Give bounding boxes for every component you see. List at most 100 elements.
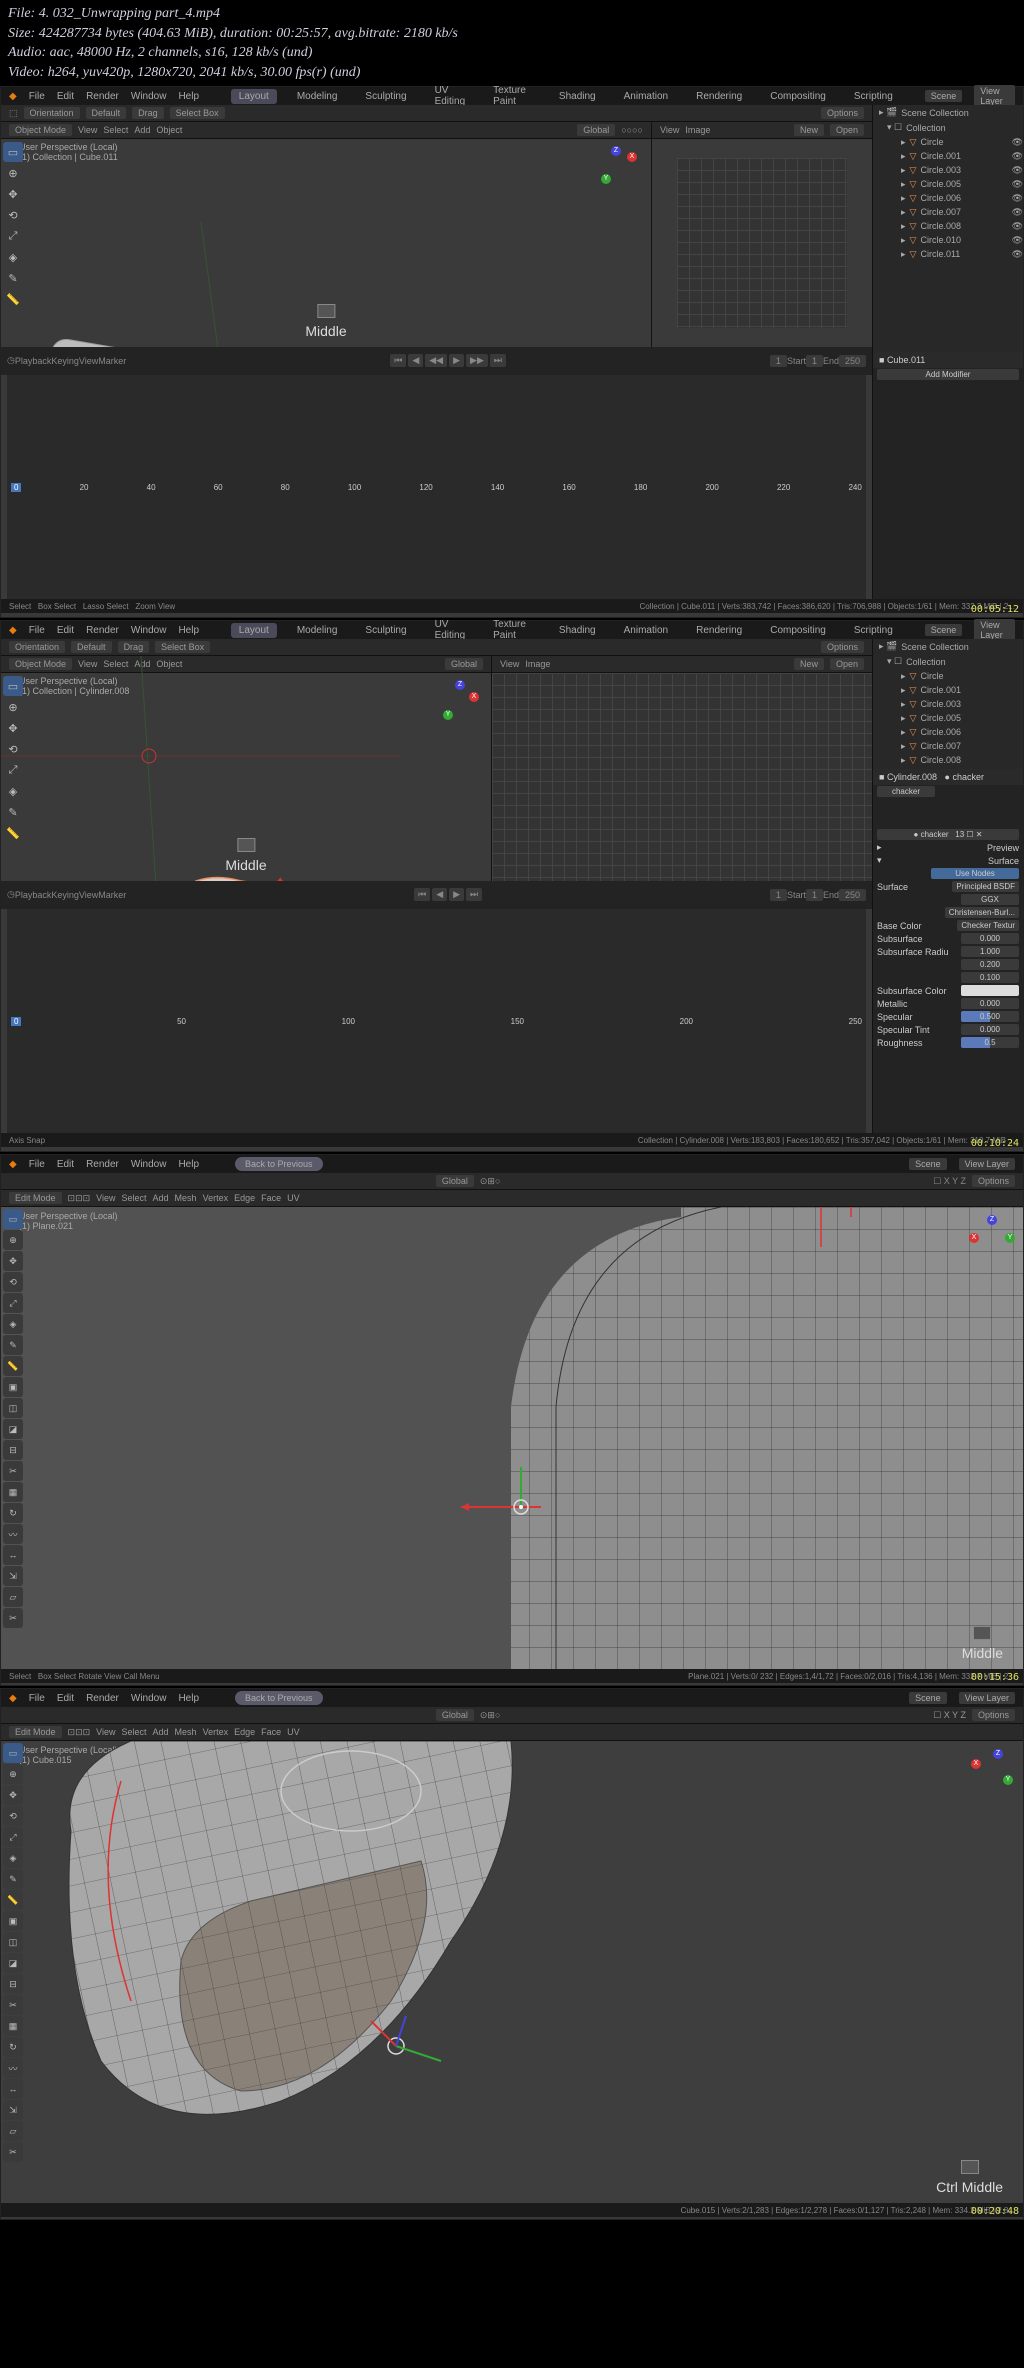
outliner-object[interactable]: ▸▽Circle.005 (873, 711, 1023, 725)
subsurface-field[interactable]: 0.000 (961, 933, 1019, 944)
options-dropdown[interactable]: Options (972, 1175, 1015, 1187)
menu-add[interactable]: Add (134, 659, 150, 669)
outliner-collection[interactable]: ▾ ☐ Collection (873, 120, 1023, 135)
menu-marker[interactable]: Marker (98, 890, 126, 900)
tool-scale[interactable]: ⤢ (3, 226, 23, 246)
orientation-dropdown[interactable]: Orientation (24, 107, 80, 119)
uv-editor[interactable] (492, 673, 872, 881)
preview-panel[interactable]: ▸ Preview (873, 841, 1023, 854)
tool-measure[interactable]: 📏 (3, 289, 23, 309)
menu-view[interactable]: View (96, 1193, 115, 1203)
mode-selector[interactable]: Edit Mode (9, 1726, 62, 1738)
tab-modeling[interactable]: Modeling (289, 89, 346, 104)
menu-select[interactable]: Select (103, 125, 128, 135)
global-dropdown[interactable]: Global (445, 658, 483, 670)
tab-compositing[interactable]: Compositing (762, 89, 834, 104)
ss-color-field[interactable] (961, 985, 1019, 996)
shading-icon[interactable]: ○○○○ (621, 125, 643, 135)
viewlayer-selector[interactable]: View Layer (974, 85, 1015, 107)
tab-scripting[interactable]: Scripting (846, 623, 901, 638)
tool-measure[interactable]: 📏 (3, 823, 23, 843)
outliner-scene[interactable]: ▸ 🎬 Scene Collection (873, 639, 1023, 654)
new-button[interactable]: New (794, 658, 824, 670)
tab-compositing[interactable]: Compositing (762, 623, 834, 638)
tab-shading[interactable]: Shading (551, 89, 604, 104)
metallic-field[interactable]: 0.000 (961, 998, 1019, 1009)
menu-add[interactable]: Add (153, 1193, 169, 1203)
tab-shading[interactable]: Shading (551, 623, 604, 638)
tab-animation[interactable]: Animation (616, 623, 676, 638)
menu-window[interactable]: Window (131, 625, 167, 636)
viewlayer-selector[interactable]: View Layer (974, 619, 1015, 641)
menu-file[interactable]: File (29, 91, 45, 102)
tool-move[interactable]: ✥ (3, 184, 23, 204)
menu-select[interactable]: Select (122, 1193, 147, 1203)
timeline-ruler[interactable]: 0 2040 6080 100120 140160 180200 220240 (7, 375, 866, 600)
menu-edit[interactable]: Edit (57, 91, 74, 102)
menu-select[interactable]: Select (103, 659, 128, 669)
menu-view[interactable]: View (79, 356, 98, 366)
menu-render[interactable]: Render (86, 1159, 119, 1170)
add-modifier-button[interactable]: Add Modifier (877, 369, 1019, 380)
menu-edge[interactable]: Edge (234, 1727, 255, 1737)
outliner-scene[interactable]: ▸ 🎬 Scene Collection (873, 105, 1023, 120)
outliner-object[interactable]: ▸▽Circle.001👁 (873, 149, 1023, 163)
menu-render[interactable]: Render (86, 625, 119, 636)
tool-rotate[interactable]: ⟲ (3, 739, 23, 759)
menu-playback[interactable]: Playback (15, 356, 52, 366)
spectint-field[interactable]: 0.000 (961, 1024, 1019, 1035)
axis-gizmo[interactable]: X Y Z (597, 146, 643, 192)
use-nodes-button[interactable]: Use Nodes (931, 868, 1019, 879)
timeline-icon[interactable]: ◷ (7, 889, 15, 900)
menu-playback[interactable]: Playback (15, 890, 52, 900)
global-dropdown[interactable]: Global (436, 1175, 474, 1187)
back-button[interactable]: Back to Previous (235, 1691, 323, 1705)
scene-selector[interactable]: Scene (925, 90, 963, 102)
editor-type-icon[interactable]: ⬚ (9, 108, 18, 119)
menu-view[interactable]: View (79, 890, 98, 900)
start-frame[interactable]: 1 (806, 889, 823, 901)
selectbox-dropdown[interactable]: Select Box (155, 641, 210, 653)
options-dropdown[interactable]: Options (972, 1709, 1015, 1721)
overlay-icon[interactable]: ⊙⊞○ (480, 1176, 501, 1187)
tool-move[interactable]: ✥ (3, 718, 23, 738)
menu-keying[interactable]: Keying (51, 356, 79, 366)
menu-mesh[interactable]: Mesh (175, 1193, 197, 1203)
menu-face[interactable]: Face (261, 1727, 281, 1737)
menu-render[interactable]: Render (86, 1693, 119, 1704)
scene-selector[interactable]: Scene (925, 624, 963, 636)
viewlayer-selector[interactable]: View Layer (959, 1158, 1015, 1170)
menu-edit[interactable]: Edit (57, 1159, 74, 1170)
outliner-object[interactable]: ▸▽Circle.011👁 (873, 247, 1023, 261)
menu-vertex[interactable]: Vertex (203, 1727, 229, 1737)
material-name[interactable]: ● chacker 13 ☐ ✕ (877, 829, 1019, 840)
menu-face[interactable]: Face (261, 1193, 281, 1203)
menu-uv[interactable]: UV (287, 1193, 300, 1203)
menu-file[interactable]: File (29, 1693, 45, 1704)
open-button[interactable]: Open (830, 658, 864, 670)
timeline-icon[interactable]: ◷ (7, 355, 15, 366)
outliner-object[interactable]: ▸▽Circle.007👁 (873, 205, 1023, 219)
menu-edit[interactable]: Edit (57, 1693, 74, 1704)
tab-sculpting[interactable]: Sculpting (357, 89, 414, 104)
menu-view[interactable]: View (78, 125, 97, 135)
transport-controls[interactable]: ⏮◀◀◀▶▶▶⏭ (390, 354, 506, 367)
scene-selector[interactable]: Scene (909, 1692, 947, 1704)
end-frame[interactable]: 250 (839, 889, 866, 901)
mode-selector[interactable]: Object Mode (9, 658, 72, 670)
uv-editor-grid[interactable] (677, 158, 847, 328)
axis-gizmo[interactable]: X Y Z (437, 680, 483, 726)
sss-method-dropdown[interactable]: Christensen-Burl... (945, 907, 1019, 918)
viewlayer-selector[interactable]: View Layer (959, 1692, 1015, 1704)
options-dropdown[interactable]: Options (821, 107, 864, 119)
outliner-object[interactable]: ▸▽Circle.007 (873, 739, 1023, 753)
distribution-dropdown[interactable]: GGX (961, 894, 1019, 905)
transport-controls[interactable]: ⏮◀▶⏭ (414, 888, 482, 901)
scene-selector[interactable]: Scene (909, 1158, 947, 1170)
tool-rotate[interactable]: ⟲ (3, 205, 23, 225)
roughness-field[interactable]: 0.5 (961, 1037, 1019, 1048)
outliner-object[interactable]: ▸▽Circle.008 (873, 753, 1023, 767)
surface-panel[interactable]: ▾ Surface (873, 854, 1023, 867)
tab-layout[interactable]: Layout (231, 623, 277, 638)
mode-selector[interactable]: Object Mode (9, 124, 72, 136)
